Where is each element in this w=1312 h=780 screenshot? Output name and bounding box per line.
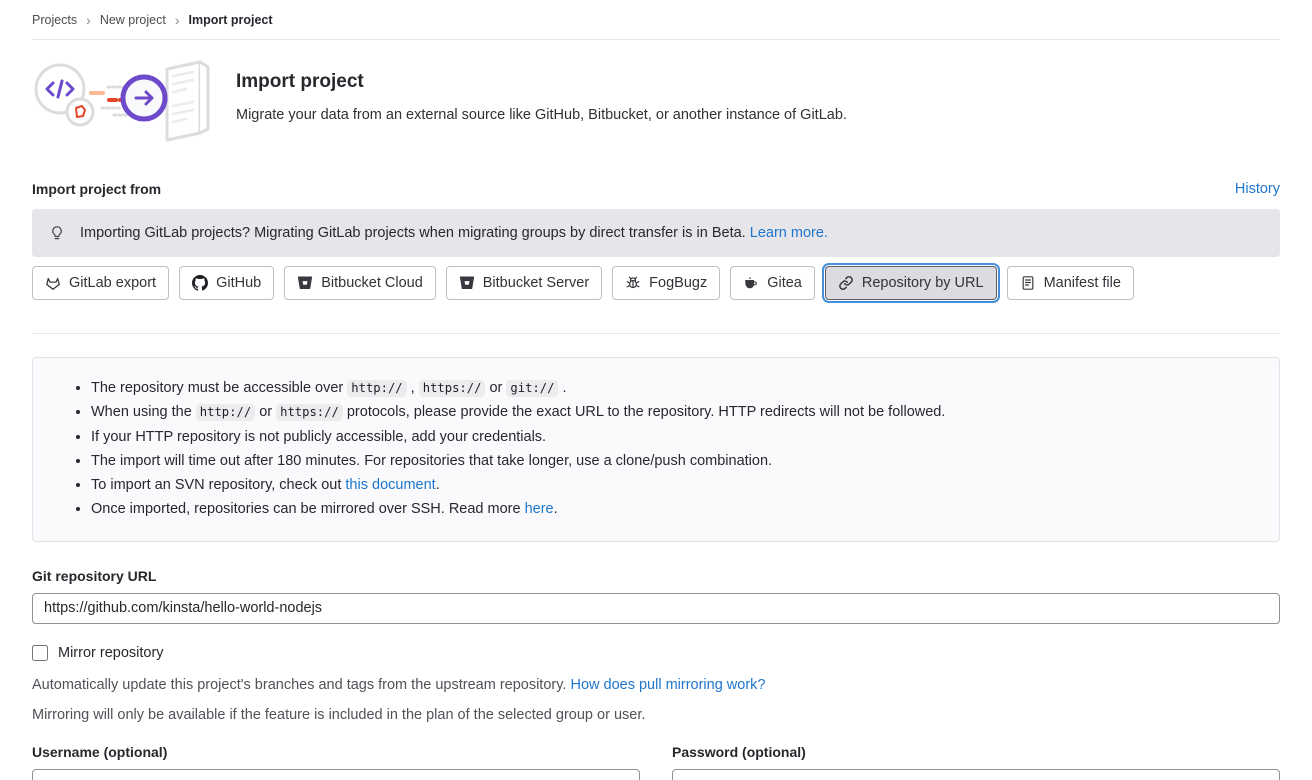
import-source-bitbucket-cloud-button[interactable]: Bitbucket Cloud <box>284 266 436 300</box>
button-label: Manifest file <box>1044 275 1121 291</box>
import-source-gitlab-export-button[interactable]: GitLab export <box>32 266 169 300</box>
note-text: When using the <box>91 404 196 420</box>
mirror-plan-note: Mirroring will only be available if the … <box>32 707 1280 723</box>
page-title: Import project <box>236 71 847 93</box>
link-icon <box>838 275 854 291</box>
note-item: If your HTTP repository is not publicly … <box>91 427 1255 448</box>
import-source-fogbugz-button[interactable]: FogBugz <box>612 266 720 300</box>
github-icon <box>192 275 208 291</box>
import-notes-box: The repository must be accessible over h… <box>32 357 1280 542</box>
note-text: The import will time out after 180 minut… <box>91 453 772 469</box>
git-repo-url-input[interactable] <box>32 593 1280 624</box>
code-span: https:// <box>276 404 343 421</box>
button-label: GitLab export <box>69 275 156 291</box>
password-input[interactable] <box>672 769 1280 780</box>
note-item: The repository must be accessible over h… <box>91 378 1255 399</box>
note-text: or <box>255 404 276 420</box>
note-text: To import an SVN repository, check out <box>91 477 345 493</box>
note-link[interactable]: here <box>525 501 554 517</box>
import-source-manifest-file-button[interactable]: Manifest file <box>1007 266 1134 300</box>
note-item: The import will time out after 180 minut… <box>91 451 1255 472</box>
breadcrumb: Projects › New project › Import project <box>32 0 1280 39</box>
breadcrumb-item-projects[interactable]: Projects <box>32 13 77 27</box>
bitbucket-icon <box>297 275 313 291</box>
note-item: To import an SVN repository, check out t… <box>91 475 1255 496</box>
gitea-icon <box>743 275 759 291</box>
history-link[interactable]: History <box>1235 181 1280 197</box>
beta-banner-text: Importing GitLab projects? Migrating Git… <box>80 225 828 241</box>
beta-banner: Importing GitLab projects? Migrating Git… <box>32 209 1280 257</box>
bug-icon <box>625 275 641 291</box>
mirror-repository-label[interactable]: Mirror repository <box>58 645 164 661</box>
learn-more-link[interactable]: Learn more. <box>750 225 828 241</box>
button-label: Repository by URL <box>862 275 984 291</box>
button-label: Bitbucket Cloud <box>321 275 423 291</box>
note-link[interactable]: this document <box>345 477 435 493</box>
username-input[interactable] <box>32 769 640 780</box>
git-repo-url-label: Git repository URL <box>32 568 1280 584</box>
note-text: protocols, please provide the exact URL … <box>343 404 946 420</box>
import-source-repository-by-url-button[interactable]: Repository by URL <box>825 266 997 300</box>
button-label: Bitbucket Server <box>483 275 589 291</box>
note-text: . <box>554 501 558 517</box>
mirror-help-text: Automatically update this project's bran… <box>32 677 1280 693</box>
button-label: GitHub <box>216 275 261 291</box>
import-source-buttons: GitLab export GitHub Bitbucket Cloud Bitbuc… <box>32 266 1280 300</box>
import-source-gitea-button[interactable]: Gitea <box>730 266 815 300</box>
breadcrumb-item-new-project[interactable]: New project <box>100 13 166 27</box>
chevron-right-icon: › <box>175 13 180 27</box>
note-text: If your HTTP repository is not publicly … <box>91 429 546 445</box>
note-text: . <box>436 477 440 493</box>
code-span: http:// <box>347 380 406 397</box>
note-text: . <box>558 380 566 396</box>
import-from-label: Import project from <box>32 181 161 197</box>
breadcrumb-bar: Projects › New project › Import project <box>32 0 1280 40</box>
button-label: FogBugz <box>649 275 707 291</box>
code-span: git:// <box>506 380 558 397</box>
import-notes-list: The repository must be accessible over h… <box>57 378 1255 521</box>
note-text: Once imported, repositories can be mirro… <box>91 501 525 517</box>
username-label: Username (optional) <box>32 744 640 760</box>
import-source-bitbucket-server-button[interactable]: Bitbucket Server <box>446 266 602 300</box>
code-span: http:// <box>196 404 255 421</box>
import-illustration <box>32 58 214 144</box>
breadcrumb-item-import-project: Import project <box>189 13 273 27</box>
note-text: or <box>485 380 506 396</box>
button-label: Gitea <box>767 275 802 291</box>
lightbulb-icon <box>49 225 65 241</box>
note-item: When using the http:// or https:// proto… <box>91 402 1255 423</box>
pull-mirroring-link[interactable]: How does pull mirroring work? <box>570 677 765 693</box>
note-text: The repository must be accessible over <box>91 380 347 396</box>
divider <box>32 333 1280 334</box>
note-item: Once imported, repositories can be mirro… <box>91 499 1255 520</box>
page-subtitle: Migrate your data from an external sourc… <box>236 107 847 123</box>
import-source-github-button[interactable]: GitHub <box>179 266 274 300</box>
page-header: Import project Migrate your data from an… <box>32 58 1280 144</box>
mirror-repository-checkbox[interactable] <box>32 645 48 661</box>
code-span: https:// <box>419 380 486 397</box>
chevron-right-icon: › <box>86 13 91 27</box>
bitbucket-icon <box>459 275 475 291</box>
note-text: , <box>407 380 419 396</box>
gitlab-icon <box>45 275 61 291</box>
password-label: Password (optional) <box>672 744 1280 760</box>
document-icon <box>1020 275 1036 291</box>
